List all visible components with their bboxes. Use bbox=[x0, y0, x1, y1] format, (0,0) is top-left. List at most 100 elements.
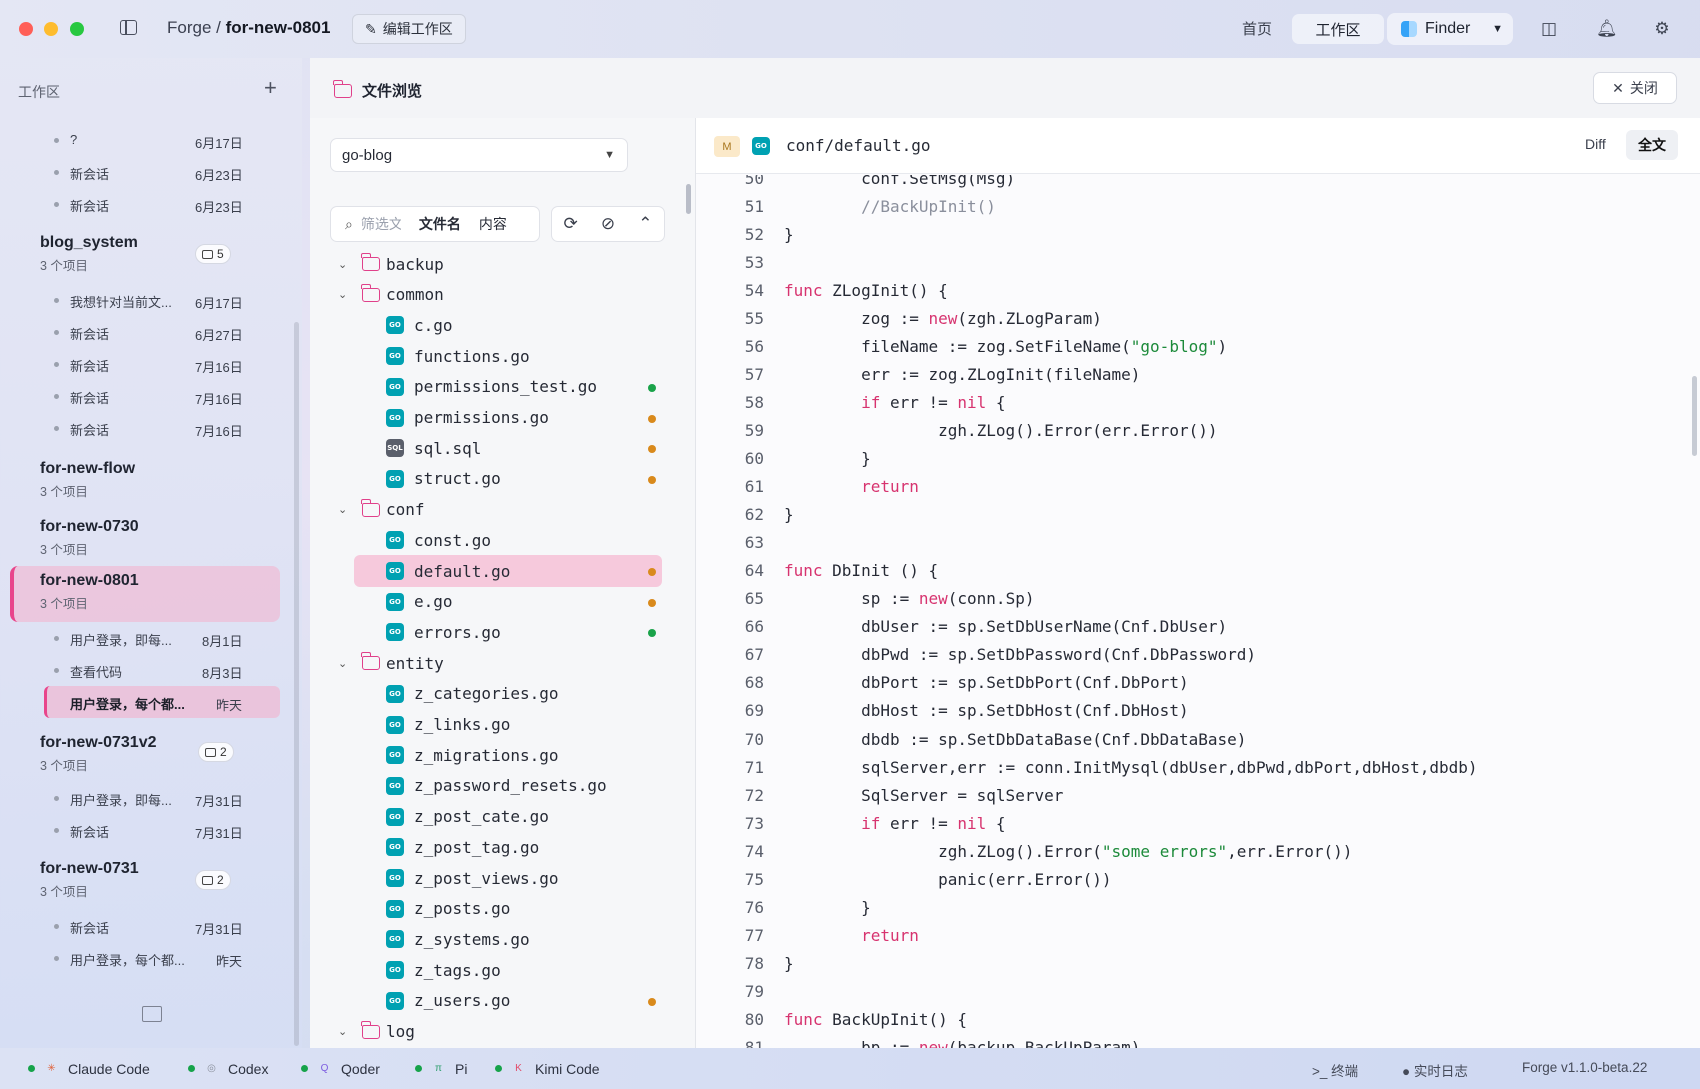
tree-file[interactable]: GO errors.go bbox=[310, 618, 694, 646]
refresh-icon[interactable]: ⟳ bbox=[564, 214, 578, 234]
tree-folder[interactable]: ⌄ common bbox=[310, 281, 694, 309]
open-in-finder-dropdown[interactable]: Finder ▼ bbox=[1387, 13, 1513, 45]
archive-icon[interactable] bbox=[142, 1006, 162, 1022]
tree-file[interactable]: GO const.go bbox=[310, 526, 694, 554]
session-item[interactable]: 新会话 bbox=[54, 822, 109, 841]
tree-folder[interactable]: ⌄ log bbox=[310, 1018, 694, 1046]
session-item[interactable]: 新会话 bbox=[54, 324, 109, 343]
session-item[interactable]: 新会话 bbox=[54, 918, 109, 937]
tab-filename[interactable]: 文件名 bbox=[419, 214, 461, 234]
session-date: 7月31日 bbox=[195, 794, 243, 809]
repository-select[interactable]: go-blog ▼ bbox=[330, 138, 628, 172]
sidebar-toggle-icon[interactable] bbox=[120, 20, 137, 35]
tree-file[interactable]: GO z_links.go bbox=[310, 711, 694, 739]
file-name: c.go bbox=[414, 315, 453, 335]
agent-1[interactable]: ◎ Codex bbox=[188, 1060, 268, 1077]
line-number: 57 bbox=[744, 364, 764, 384]
tree-file[interactable]: GO z_posts.go bbox=[310, 895, 694, 923]
tree-folder[interactable]: ⌄ entity bbox=[310, 649, 694, 677]
code-scrollbar[interactable] bbox=[1692, 376, 1697, 456]
tree-file[interactable]: SQL sql.sql bbox=[310, 434, 694, 462]
tree-file[interactable]: GO functions.go bbox=[310, 342, 694, 370]
chevron-down-icon: ⌄ bbox=[338, 504, 348, 517]
tree-file[interactable]: GO z_users.go bbox=[310, 987, 694, 1015]
sidebar-scrollbar[interactable] bbox=[294, 322, 299, 1046]
split-view-icon[interactable]: ◫ bbox=[1539, 19, 1559, 39]
collapse-all-icon[interactable]: ⌃ bbox=[638, 214, 652, 234]
session-date: 6月23日 bbox=[195, 200, 243, 215]
session-item[interactable]: 用户登录，每个都... bbox=[54, 950, 185, 969]
tree-file[interactable]: GO z_post_cate.go bbox=[310, 803, 694, 831]
breadcrumb-project[interactable]: for-new-0801 bbox=[226, 18, 331, 37]
filter-input[interactable]: 筛选文件 bbox=[361, 214, 401, 234]
zoom-window-button[interactable] bbox=[70, 22, 84, 36]
agent-2[interactable]: Q Qoder bbox=[301, 1060, 380, 1077]
project-for-new-0801[interactable]: for-new-0801 3 个项目 bbox=[40, 572, 139, 612]
tree-file[interactable]: GO z_password_resets.go bbox=[310, 772, 694, 800]
tree-folder[interactable]: ⌄ conf bbox=[310, 496, 694, 524]
agent-0[interactable]: ✳ Claude Code bbox=[28, 1060, 150, 1077]
session-date: 7月16日 bbox=[195, 392, 243, 407]
finder-label: Finder bbox=[1425, 20, 1471, 37]
git-status-dot bbox=[648, 414, 656, 423]
close-window-button[interactable] bbox=[19, 22, 33, 36]
chat-count-badge: 2 bbox=[195, 870, 231, 890]
line-number: 76 bbox=[744, 897, 764, 917]
tree-scrollbar[interactable] bbox=[686, 184, 691, 214]
session-item[interactable]: 新会话 bbox=[54, 420, 109, 439]
terminal-button[interactable]: >_ 终端 bbox=[1312, 1060, 1358, 1080]
file-name: z_users.go bbox=[414, 991, 511, 1011]
agent-icon: ✳ bbox=[47, 1063, 56, 1074]
add-project-button[interactable]: + bbox=[264, 75, 277, 101]
project-for-new-0730[interactable]: for-new-0730 3 个项目 bbox=[40, 518, 139, 558]
full-text-toggle[interactable]: 全文 bbox=[1626, 130, 1678, 160]
gear-icon[interactable]: ⚙ bbox=[1652, 19, 1672, 39]
session-item[interactable]: 用户登录，即每... bbox=[54, 630, 172, 649]
breadcrumb-workspace[interactable]: Forge bbox=[167, 18, 211, 37]
session-item[interactable]: 查看代码 bbox=[54, 662, 122, 681]
session-item[interactable]: 新会话 bbox=[54, 164, 109, 183]
nav-home[interactable]: 首页 bbox=[1242, 18, 1272, 39]
tree-file[interactable]: GO e.go bbox=[310, 588, 694, 616]
tree-file[interactable]: GO z_systems.go bbox=[310, 925, 694, 953]
edit-workspace-button[interactable]: ✎ 编辑工作区 bbox=[352, 14, 466, 44]
project-blog-system[interactable]: blog_system 3 个项目 bbox=[40, 234, 138, 274]
session-item[interactable]: 新会话 bbox=[54, 388, 109, 407]
line-number: 75 bbox=[744, 869, 764, 889]
agent-icon: ◎ bbox=[207, 1063, 216, 1074]
bell-icon[interactable]: 🔔︎ bbox=[1596, 19, 1618, 39]
session-item[interactable]: 新会话 bbox=[54, 196, 109, 215]
titlebar: Forge / for-new-0801 ✎ 编辑工作区 首页 工作区 Find… bbox=[0, 0, 1700, 58]
tree-file[interactable]: GO z_post_tag.go bbox=[310, 833, 694, 861]
tab-content[interactable]: 内容 bbox=[479, 214, 507, 234]
project-for-new-flow[interactable]: for-new-flow 3 个项目 bbox=[40, 460, 135, 500]
session-item[interactable]: 用户登录，即每... bbox=[54, 790, 172, 809]
tree-folder[interactable]: ⌄ backup bbox=[310, 250, 694, 278]
minimize-window-button[interactable] bbox=[44, 22, 58, 36]
agent-4[interactable]: K Kimi Code bbox=[495, 1060, 600, 1077]
session-item[interactable]: 新会话 bbox=[54, 356, 109, 375]
nav-workspace[interactable]: 工作区 bbox=[1292, 14, 1384, 44]
tree-file[interactable]: GO c.go bbox=[310, 311, 694, 339]
live-log-button[interactable]: ● 实时日志 bbox=[1402, 1060, 1468, 1080]
tree-file[interactable]: GO z_migrations.go bbox=[310, 741, 694, 769]
tree-file[interactable]: GO permissions.go bbox=[310, 404, 694, 432]
file-name: z_links.go bbox=[414, 715, 511, 734]
project-for-new-0731[interactable]: for-new-0731 3 个项目 bbox=[40, 860, 139, 900]
tree-file[interactable]: GO permissions_test.go bbox=[310, 373, 694, 401]
diff-toggle[interactable]: Diff bbox=[1585, 136, 1606, 152]
agent-3[interactable]: π Pi bbox=[415, 1060, 467, 1077]
chat-bubble-icon bbox=[202, 875, 213, 885]
tree-file[interactable]: GO default.go bbox=[310, 557, 694, 585]
line-text: if err != nil { bbox=[861, 813, 1006, 833]
session-item[interactable]: 我想针对当前文... bbox=[54, 292, 172, 311]
hide-icon[interactable]: ⊘ bbox=[601, 214, 615, 234]
project-for-new-0731v2[interactable]: for-new-0731v2 3 个项目 bbox=[40, 734, 157, 774]
tree-file[interactable]: GO z_post_views.go bbox=[310, 864, 694, 892]
tree-file[interactable]: GO z_tags.go bbox=[310, 956, 694, 984]
session-item-active[interactable]: 用户登录，每个都... bbox=[70, 694, 185, 713]
close-panel-button[interactable]: ✕ 关闭 bbox=[1593, 72, 1677, 104]
tree-file[interactable]: GO struct.go bbox=[310, 465, 694, 493]
session-item[interactable]: ? bbox=[54, 132, 77, 147]
tree-file[interactable]: GO z_categories.go bbox=[310, 680, 694, 708]
